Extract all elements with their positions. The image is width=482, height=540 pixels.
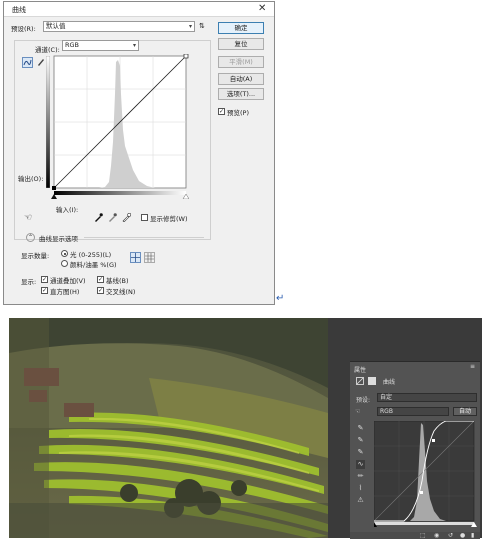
panel-preset-value: 自定 — [380, 394, 393, 401]
options-button[interactable]: 选项(T)... — [218, 88, 264, 100]
gray-eyedropper-icon[interactable] — [108, 213, 117, 222]
curves-adjustment-icon — [356, 377, 364, 385]
pencil-icon[interactable] — [36, 57, 46, 67]
collapse-toggle-icon[interactable]: ⌃ — [26, 233, 35, 242]
curve-icon[interactable]: ∿ — [356, 460, 365, 469]
baseline-label: 基线(B) — [106, 277, 129, 285]
dialog-title: 曲线 — [12, 6, 26, 14]
panel-curve-point[interactable] — [432, 439, 435, 442]
landscape-photo — [9, 318, 328, 538]
panel-type-label: 曲线 — [383, 379, 396, 386]
histogram-checkbox[interactable]: ✓ — [41, 287, 48, 294]
preset-options-icon[interactable]: ⇅ — [199, 22, 205, 30]
mask-icon[interactable] — [368, 377, 376, 385]
baseline-checkbox[interactable]: ✓ — [97, 276, 104, 283]
curve-icon[interactable] — [22, 57, 33, 68]
show-amount-label: 显示数量: — [21, 252, 50, 260]
return-arrow: ↵ — [276, 293, 285, 304]
show-clipping-checkbox[interactable] — [141, 214, 148, 221]
white-eyedropper-icon[interactable]: ✎ — [356, 448, 365, 457]
channel-value: RGB — [65, 41, 80, 49]
properties-panel: 属性 ≡ 曲线 预设: 自定 ☜ RGB 自动 ✎ ✎ ✎ ∿ ✏ ⌇ ⚠ ⬚ … — [350, 361, 480, 539]
chevron-down-icon: ▾ — [132, 42, 136, 49]
target-adjust-icon[interactable]: ☜ — [355, 408, 360, 415]
preset-select[interactable]: 默认值 ▾ — [43, 21, 195, 32]
output-label: 输出(O): — [18, 175, 44, 183]
display-options-label: 曲线显示选项 — [39, 235, 78, 243]
input-gradient — [54, 191, 186, 195]
smooth-icon[interactable]: ⌇ — [356, 484, 365, 493]
black-eyedropper-icon[interactable] — [94, 213, 103, 222]
curves-dialog: 曲线 ✕ 预设(R): 默认值 ▾ ⇅ 确定 复位 平滑(M) 自动(A) 选项… — [3, 1, 275, 305]
ok-button[interactable]: 确定 — [218, 22, 264, 34]
title-bar: 曲线 ✕ — [4, 2, 274, 17]
pigment-option-label: 颜料/油墨 %(G) — [70, 261, 117, 269]
clipping-warning-icon[interactable]: ⚠ — [356, 496, 365, 505]
channel-overlays-label: 通道叠加(V) — [50, 277, 86, 285]
smooth-button[interactable]: 平滑(M) — [218, 56, 264, 68]
grid-simple-icon[interactable] — [130, 252, 141, 263]
preview-checkbox[interactable]: ✓ — [218, 108, 225, 115]
panel-menu-icon[interactable]: ≡ — [470, 363, 475, 370]
panel-preset-label: 预设: — [356, 397, 371, 404]
preset-label: 预设(R): — [11, 25, 36, 33]
channel-label: 通道(C): — [35, 46, 60, 54]
panel-preset-select[interactable]: 自定 — [377, 393, 477, 402]
hand-icon[interactable]: ☜ — [24, 213, 32, 223]
input-label: 输入(I): — [56, 206, 79, 214]
show-clipping-label: 显示修剪(W) — [150, 215, 188, 223]
panel-header: 属性 — [354, 367, 367, 374]
auto-button[interactable]: 自动(A) — [218, 73, 264, 85]
curve-graph[interactable] — [51, 54, 189, 199]
curve-point-white[interactable] — [183, 54, 189, 59]
intersection-label: 交叉线(N) — [106, 288, 136, 296]
white-eyedropper-icon[interactable] — [122, 212, 132, 223]
panel-auto-button[interactable]: 自动 — [453, 407, 477, 416]
reset-icon[interactable]: ↺ — [448, 532, 453, 539]
grid-detailed-icon[interactable] — [144, 252, 155, 263]
panel-channel-select[interactable]: RGB — [377, 407, 449, 416]
panel-channel-value: RGB — [380, 408, 393, 415]
divider — [84, 237, 204, 238]
pencil-icon[interactable]: ✏ — [356, 472, 365, 481]
reset-button[interactable]: 复位 — [218, 38, 264, 50]
channel-select[interactable]: RGB ▾ — [62, 40, 139, 51]
light-option-label: 光 (0-255)(L) — [70, 251, 112, 259]
chevron-down-icon: ▾ — [188, 23, 192, 30]
clip-to-layer-icon[interactable]: ⬚ — [420, 532, 426, 539]
black-eyedropper-icon[interactable]: ✎ — [356, 424, 365, 433]
histogram-label: 直方图(H) — [50, 288, 80, 296]
panel-curve-graph[interactable] — [374, 421, 478, 527]
curve-point-black[interactable] — [52, 186, 56, 190]
gray-eyedropper-icon[interactable]: ✎ — [356, 436, 365, 445]
preset-value: 默认值 — [46, 22, 66, 30]
close-icon[interactable]: ✕ — [258, 3, 266, 14]
intersection-checkbox[interactable]: ✓ — [97, 287, 104, 294]
trash-icon[interactable]: ▮ — [471, 532, 474, 539]
panel-curve-point[interactable] — [420, 491, 423, 494]
view-previous-icon[interactable]: ◉ — [434, 532, 439, 539]
visibility-icon[interactable]: ● — [460, 532, 465, 539]
channel-overlays-checkbox[interactable]: ✓ — [41, 276, 48, 283]
output-gradient — [46, 56, 50, 188]
show-label: 显示: — [21, 278, 37, 286]
light-radio[interactable] — [61, 250, 68, 257]
pigment-radio[interactable] — [61, 260, 68, 267]
panel-footer: ⬚ ◉ ↺ ● ▮ — [350, 532, 480, 539]
preview-label: 预览(P) — [227, 109, 249, 117]
